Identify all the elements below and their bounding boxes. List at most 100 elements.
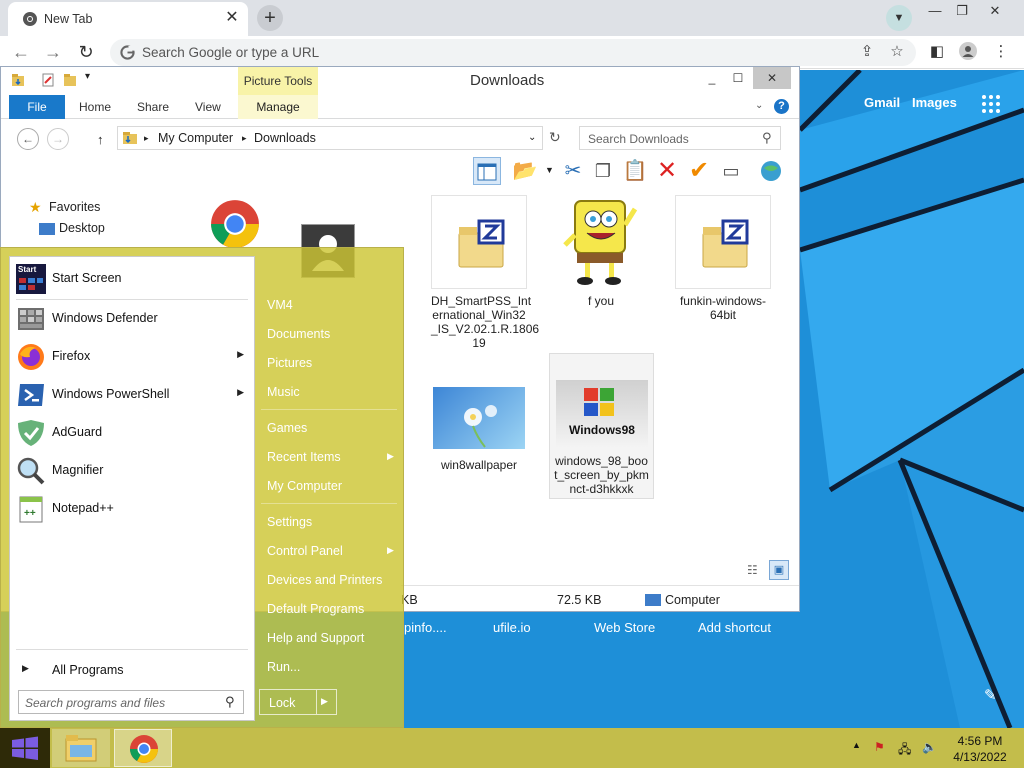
start-button[interactable] <box>0 728 50 768</box>
shortcut-add[interactable]: Add shortcut <box>698 620 771 635</box>
details-view-icon[interactable]: ☷ <box>747 563 758 577</box>
forward-icon[interactable]: → <box>41 40 65 64</box>
explorer-search-input[interactable]: Search Downloads ⚲ <box>579 126 781 150</box>
start-item-firefox[interactable]: Firefox ▶ <box>10 339 254 375</box>
start-right-pictures[interactable]: Pictures <box>267 356 312 370</box>
explorer-forward-icon[interactable]: → <box>47 128 69 150</box>
tray-volume-icon[interactable]: 🔈 <box>922 740 937 754</box>
start-right-my-computer[interactable]: My Computer <box>267 479 342 493</box>
share-icon[interactable]: ⇪ <box>858 43 876 61</box>
breadcrumb[interactable]: ▸ My Computer ▸ Downloads ⌄ <box>117 126 543 150</box>
properties-icon[interactable]: ▭ <box>717 157 745 185</box>
taskbar-file-explorer[interactable] <box>52 729 110 767</box>
new-folder-quick-icon[interactable] <box>63 73 77 87</box>
file-item[interactable]: win8wallpaper <box>431 387 527 472</box>
start-right-settings[interactable]: Settings <box>267 515 312 529</box>
start-right-control-panel[interactable]: Control Panel ▶ <box>267 544 397 558</box>
restore-icon[interactable]: ❐ <box>947 0 977 22</box>
breadcrumb-downloads[interactable]: Downloads <box>254 131 316 145</box>
taskbar-chrome[interactable] <box>114 729 172 767</box>
new-tab-button[interactable]: + <box>257 5 283 31</box>
shortcut-web-store[interactable]: Web Store <box>594 620 655 635</box>
google-apps-grid-icon[interactable] <box>982 95 1000 113</box>
file-item[interactable]: DH_SmartPSS_Int ernational_Win32 _IS_V2.… <box>431 195 539 350</box>
start-search-input[interactable]: Search programs and files ⚲ <box>18 690 244 714</box>
address-bar[interactable]: Search Google or type a URL ⇪ ☆ <box>110 39 916 66</box>
ribbon-tab-home[interactable]: Home <box>79 100 111 114</box>
chrome-file-icon[interactable] <box>189 199 281 249</box>
tab-search-chevron-icon[interactable]: ▼ <box>886 5 912 31</box>
minimize-icon[interactable]: — <box>920 0 950 22</box>
start-right-run[interactable]: Run... <box>267 660 300 674</box>
quick-access-dropdown-icon[interactable]: ▾ <box>85 71 90 82</box>
back-icon[interactable]: ← <box>9 40 33 64</box>
select-folder-icon[interactable]: 📂 <box>511 157 539 185</box>
breadcrumb-my-computer[interactable]: My Computer <box>158 131 233 145</box>
all-programs-button[interactable]: ▶ All Programs <box>10 653 254 689</box>
toolbar-dropdown-icon[interactable]: ▼ <box>545 165 554 175</box>
properties-quick-icon[interactable] <box>41 73 55 87</box>
shortcut-ufile[interactable]: ufile.io <box>493 620 531 635</box>
preview-pane-icon[interactable] <box>473 157 501 185</box>
copy-icon[interactable]: ❐ <box>589 157 617 185</box>
cut-icon[interactable]: ✂ <box>559 157 587 185</box>
close-window-icon[interactable]: ✕ <box>980 0 1010 22</box>
start-item-start-screen[interactable]: Start Start Screen <box>10 261 254 297</box>
menu-kebab-icon[interactable]: ⋮ <box>991 42 1011 62</box>
start-right-vm4[interactable]: VM4 <box>267 298 293 312</box>
browser-tab[interactable]: New Tab ✕ <box>8 2 248 36</box>
gmail-link[interactable]: Gmail <box>864 95 900 110</box>
customize-pencil-icon[interactable]: ✎ <box>984 686 997 704</box>
up-icon[interactable]: ↑ <box>97 132 104 147</box>
start-right-games[interactable]: Games <box>267 421 307 435</box>
ribbon-expand-icon[interactable]: ⌄ <box>755 100 763 111</box>
start-right-recent-items[interactable]: Recent Items ▶ <box>267 450 397 464</box>
explorer-minimize-icon[interactable]: _ <box>701 67 723 89</box>
tab-close-icon[interactable]: ✕ <box>224 10 240 26</box>
tray-flag-icon[interactable]: ⚑ <box>874 740 885 754</box>
search-icon: ⚲ <box>225 694 235 709</box>
start-item-magnifier[interactable]: Magnifier <box>10 453 254 489</box>
shortcut-pinfo[interactable]: pinfo.... <box>404 620 447 635</box>
file-item-selected[interactable]: Windows98 windows_98_boo t_screen_by_pkm… <box>549 353 654 499</box>
start-item-powershell[interactable]: Windows PowerShell ▶ <box>10 377 254 413</box>
taskbar-clock[interactable]: 4:56 PM 4/13/2022 <box>950 733 1010 765</box>
large-icons-view-icon[interactable]: ▣ <box>769 560 789 580</box>
tray-show-hidden-icon[interactable]: ▲ <box>852 740 861 750</box>
nav-favorites[interactable]: Favorites <box>49 200 100 214</box>
images-link[interactable]: Images <box>912 95 957 110</box>
ribbon-tab-view[interactable]: View <box>195 100 221 114</box>
profile-avatar-icon[interactable] <box>958 42 978 62</box>
globe-icon[interactable] <box>757 157 785 185</box>
folder-quick-icon[interactable] <box>11 73 25 87</box>
start-right-documents[interactable]: Documents <box>267 327 330 341</box>
start-item-notepadpp[interactable]: ++ Notepad++ <box>10 491 254 527</box>
side-panel-icon[interactable]: ◧ <box>927 42 947 62</box>
tray-network-icon[interactable]: 🖧 <box>898 740 911 761</box>
start-item-windows-defender[interactable]: Windows Defender <box>10 301 254 337</box>
lock-options-arrow-icon[interactable]: ▶ <box>321 696 328 707</box>
delete-icon[interactable]: ✕ <box>653 157 681 185</box>
ribbon-tab-manage[interactable]: Manage <box>238 95 318 119</box>
paste-icon[interactable]: 📋 <box>621 157 649 185</box>
explorer-close-icon[interactable]: ✕ <box>753 67 791 89</box>
explorer-back-icon[interactable]: ← <box>17 128 39 150</box>
ribbon-tab-share[interactable]: Share <box>137 100 169 114</box>
breadcrumb-dropdown-icon[interactable]: ⌄ <box>528 132 536 143</box>
start-item-adguard[interactable]: AdGuard <box>10 415 254 451</box>
file-item[interactable]: f you <box>553 195 649 308</box>
bookmark-star-icon[interactable]: ☆ <box>888 43 906 61</box>
ribbon-tab-file[interactable]: File <box>9 95 65 119</box>
start-right-devices-printers[interactable]: Devices and Printers <box>267 573 382 587</box>
rename-check-icon[interactable]: ✔ <box>685 157 713 185</box>
help-icon[interactable]: ? <box>774 99 789 114</box>
lock-button[interactable]: Lock ▶ <box>259 689 337 715</box>
start-right-music[interactable]: Music <box>267 385 300 399</box>
explorer-maximize-icon[interactable]: ☐ <box>727 67 749 89</box>
refresh-icon[interactable]: ↻ <box>549 129 561 146</box>
start-right-default-programs[interactable]: Default Programs <box>267 602 364 616</box>
nav-desktop[interactable]: Desktop <box>59 221 105 235</box>
start-right-help-support[interactable]: Help and Support <box>267 631 364 645</box>
reload-icon[interactable]: ↻ <box>74 40 98 64</box>
file-item[interactable]: funkin-windows- 64bit <box>675 195 771 322</box>
